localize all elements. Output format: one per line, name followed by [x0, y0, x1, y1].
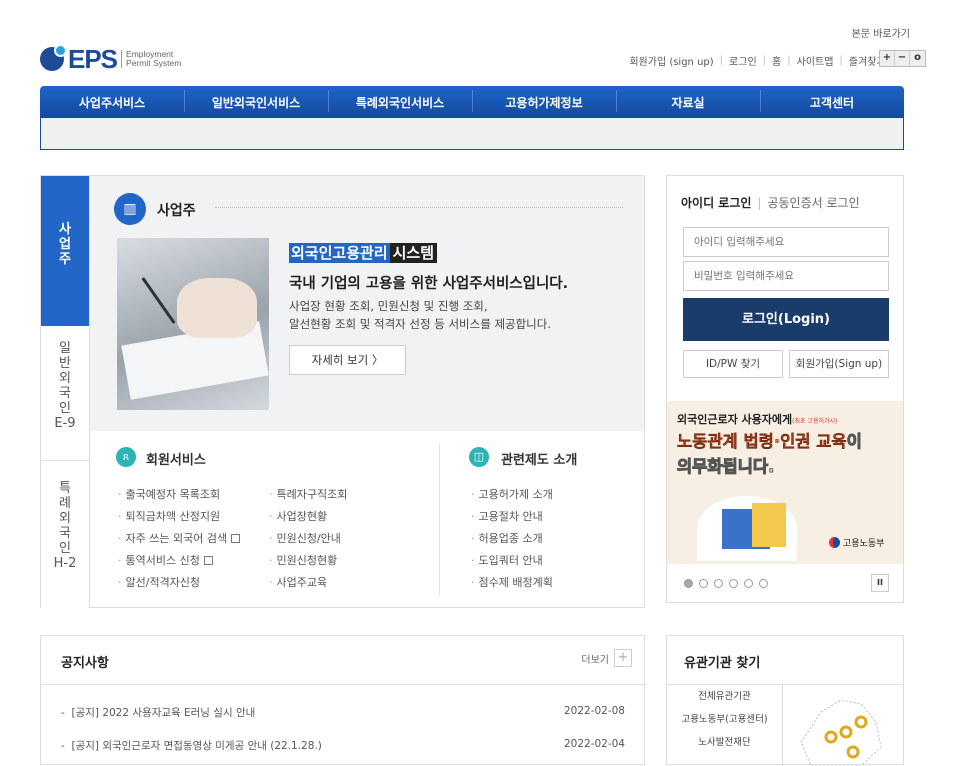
agency-link[interactable]: 고용노동부(고용센터) — [667, 709, 782, 730]
nav-eps-info[interactable]: 고용허가제정보 — [472, 89, 616, 112]
system-intro-title: 관련제도 소개 — [501, 453, 578, 468]
system-link[interactable]: 고용허가제 소개 — [471, 486, 553, 502]
zoom-controls: + − o — [879, 50, 926, 67]
system-link[interactable]: 도입쿼터 안내 — [471, 552, 543, 568]
tab-id-login[interactable]: 아이디 로그인 — [681, 196, 751, 210]
panel-intro: ▥ 사업주 외국인고용관리 시스템 국내 기업의 고용을 위한 사업주서비스입니다… — [90, 176, 644, 431]
zoom-out-button[interactable]: − — [895, 51, 910, 66]
id-input[interactable] — [683, 227, 889, 257]
pause-button[interactable]: II — [871, 574, 889, 592]
member-link[interactable]: 민원신청/안내 — [269, 530, 341, 546]
related-title: 유관기관 찾기 — [684, 656, 761, 671]
login-link[interactable]: 로그인 — [729, 53, 757, 68]
signup-button[interactable]: 회원가입(Sign up) — [789, 350, 889, 378]
slide-dot[interactable] — [744, 579, 753, 588]
agency-link[interactable]: 노사발전재단 — [667, 732, 782, 753]
nav-resources[interactable]: 자료실 — [616, 89, 760, 112]
logo-brand: EPS — [68, 43, 118, 74]
eps-logo[interactable]: EPS Employment Permit System — [40, 42, 181, 76]
ministry-logo-icon — [829, 537, 840, 548]
slide-dot[interactable] — [729, 579, 738, 588]
banner-line1: 외국인근로자 사용자에게(최초 고용허가시) — [677, 413, 838, 426]
related-agencies: 유관기관 찾기 전체유관기관 고용노동부(고용센터) 노사발전재단 — [666, 635, 904, 766]
nav-general-foreigner-service[interactable]: 일반외국인서비스 — [184, 89, 328, 112]
member-icon: ጸ — [116, 447, 136, 467]
system-link[interactable]: 고용절차 안내 — [471, 508, 543, 524]
main-navigation: 사업주서비스 일반외국인서비스 특례외국인서비스 고용허가제정보 자료실 고객센… — [40, 86, 904, 118]
nav-employer-service[interactable]: 사업주서비스 — [40, 94, 184, 111]
sub-navigation-bar — [40, 118, 904, 150]
section-title: 사업주 — [157, 203, 196, 219]
tab-special-foreigner-h2[interactable]: 특 례 외 국 인 H-2 — [41, 461, 89, 608]
ministry-label: 고용노동부 — [829, 536, 884, 549]
password-input[interactable] — [683, 261, 889, 291]
building-icon: ▥ — [114, 193, 146, 225]
title-divider — [215, 207, 623, 208]
services-area: ጸ 회원서비스 출국예정자 목록조회 퇴직금차액 산정지원 자주 쓰는 외국어 … — [90, 431, 644, 607]
login-tabs: 아이디 로그인 | 공동인증서 로그인 — [681, 196, 860, 210]
find-id-pw-button[interactable]: ID/PW 찾기 — [683, 350, 783, 378]
service-tabs: 사업주 일 반 외 국 인 E-9 특 례 외 국 인 H-2 — [40, 175, 89, 608]
book-icon: ◫ — [469, 447, 489, 467]
notice-row[interactable]: - [공지] 2022 사용자교육 E러닝 실시 안내 2022-02-08 — [61, 705, 625, 720]
logo-subtitle: Employment Permit System — [121, 50, 181, 68]
slide-dot[interactable] — [684, 579, 693, 588]
member-link[interactable]: 민원신청현황 — [269, 552, 338, 568]
system-link[interactable]: 허용업종 소개 — [471, 530, 543, 546]
member-link[interactable]: 출국예정자 목록조회 — [118, 486, 221, 502]
member-link[interactable]: 퇴직금차액 산정지원 — [118, 508, 221, 524]
logo-mark-icon — [40, 44, 67, 71]
chart-illustration — [752, 503, 786, 547]
member-link[interactable]: 사업주교육 — [269, 574, 328, 590]
member-link[interactable]: 자주 쓰는 외국어 검색 — [118, 530, 241, 546]
description: 사업장 현황 조회, 민원신청 및 진행 조회, 알선현황 조회 및 적격자 선정… — [289, 299, 552, 331]
login-box: 아이디 로그인|공동인증서 로그인 로그인(Login) ID/PW 찾기 회원… — [666, 175, 904, 603]
signup-link[interactable]: 회원가입 (sign up) — [629, 53, 713, 68]
external-link-icon — [231, 534, 241, 543]
notice-row[interactable]: - [공지] 외국인근로자 면접동영상 미게공 안내 (22.1.28.) 202… — [61, 738, 625, 753]
tab-employer[interactable]: 사업주 — [41, 176, 89, 326]
notice-title: 공지사항 — [61, 656, 109, 671]
banner-pagination — [684, 579, 768, 588]
nav-special-foreigner-service[interactable]: 특례외국인서비스 — [328, 89, 472, 112]
korea-map-icon[interactable] — [791, 692, 896, 766]
column-divider — [439, 443, 440, 595]
subheadline: 국내 기업의 고용을 위한 사업주서비스입니다. — [289, 276, 569, 292]
tab-general-foreigner-e9[interactable]: 일 반 외 국 인 E-9 — [41, 326, 89, 461]
headline: 외국인고용관리 시스템 — [289, 242, 438, 263]
zoom-in-button[interactable]: + — [880, 51, 895, 66]
home-link[interactable]: 홈 — [772, 53, 781, 68]
agency-list: 전체유관기관 고용노동부(고용센터) 노사발전재단 — [667, 684, 783, 766]
skip-to-content-link[interactable]: 본문 바로가기 — [852, 25, 910, 40]
view-details-button[interactable]: 자세히 보기 〉 — [289, 345, 406, 375]
nav-customer-center[interactable]: 고객센터 — [760, 89, 904, 112]
system-link[interactable]: 점수제 배정계획 — [471, 574, 553, 590]
notice-more-button[interactable]: 더보기 + — [581, 649, 632, 667]
member-service-title: 회원서비스 — [146, 453, 206, 468]
sitemap-link[interactable]: 사이트맵 — [797, 53, 834, 68]
tab-cert-login[interactable]: 공동인증서 로그인 — [767, 196, 859, 210]
slide-dot[interactable] — [759, 579, 768, 588]
member-link[interactable]: 사업장현황 — [269, 508, 328, 524]
slide-dot[interactable] — [714, 579, 723, 588]
member-link[interactable]: 통역서비스 신청 — [118, 552, 213, 568]
login-button[interactable]: 로그인(Login) — [683, 298, 889, 341]
agency-link[interactable]: 전체유관기관 — [667, 686, 782, 707]
zoom-reset-button[interactable]: o — [910, 51, 925, 66]
slide-dot[interactable] — [699, 579, 708, 588]
plus-icon: + — [614, 649, 632, 667]
employer-panel: ▥ 사업주 외국인고용관리 시스템 국내 기업의 고용을 위한 사업주서비스입니다… — [89, 175, 645, 608]
notice-board: 공지사항 더보기 + - [공지] 2022 사용자교육 E러닝 실시 안내 202… — [40, 635, 645, 765]
education-banner[interactable]: 외국인근로자 사용자에게(최초 고용허가시) 노동관계 법령·인권 교육이 의무… — [667, 401, 903, 564]
banner-line3: 의무화됩니다. — [676, 457, 775, 477]
member-link[interactable]: 특례자구직조회 — [269, 486, 348, 502]
external-link-icon — [203, 556, 213, 565]
signing-document-photo — [117, 238, 269, 410]
banner-line2: 노동관계 법령·인권 교육이 — [677, 432, 862, 452]
member-link[interactable]: 알선/적격자신청 — [118, 574, 201, 590]
utility-menu: 회원가입 (sign up) | 로그인 | 홈 | 사이트맵 | 즐겨찾기추가 — [629, 53, 904, 68]
